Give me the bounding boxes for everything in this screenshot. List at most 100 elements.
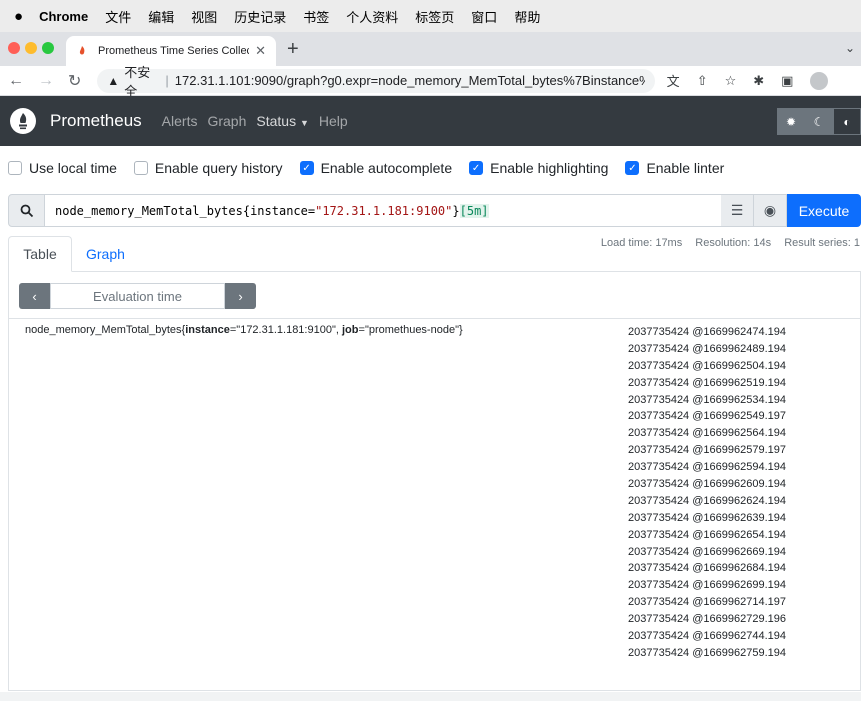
new-tab-icon[interactable]: +	[287, 38, 299, 61]
option-enable-linter[interactable]: ✓ Enable linter	[625, 160, 724, 176]
menu-edit[interactable]: 编辑	[148, 7, 174, 26]
option-enable-highlighting[interactable]: ✓ Enable highlighting	[469, 160, 608, 176]
menu-tabs[interactable]: 标签页	[415, 7, 454, 26]
enable-linter-checkbox[interactable]: ✓	[625, 161, 640, 175]
previous-time-chevron-left-icon[interactable]: ‹	[19, 283, 50, 309]
not-secure-warning-icon[interactable]: ▲	[107, 74, 119, 88]
menu-file[interactable]: 文件	[105, 7, 131, 26]
prometheus-navbar: Prometheus Alerts Graph Status ▼ Help ✹ …	[0, 96, 861, 146]
load-time: Load time: 17ms	[600, 237, 683, 249]
option-enable-query-history[interactable]: Enable query history	[133, 160, 283, 176]
series-instance-value: "172.31.1.181:9100"	[236, 324, 336, 336]
extensions-puzzle-icon[interactable]: ✱	[753, 73, 764, 89]
nav-status-label: Status	[256, 113, 297, 129]
metrics-explorer-globe-icon[interactable]: ◉	[754, 194, 787, 227]
sample-value: 2037735424 @1669962549.197	[628, 410, 786, 423]
browser-toolbar: ← → ↻ ▲ 不安全 | 172.31.1.101:9090/graph?g0…	[0, 65, 861, 99]
tab-graph[interactable]: Graph	[86, 236, 125, 272]
option-use-local-time[interactable]: Use local time	[8, 160, 117, 176]
menu-bookmarks[interactable]: 书签	[303, 7, 329, 26]
evaluation-time-input[interactable]: Evaluation time	[50, 283, 225, 309]
expression-input[interactable]: node_memory_MemTotal_bytes{instance = "172…	[45, 194, 721, 227]
use-local-time-checkbox[interactable]	[8, 161, 22, 175]
enable-linter-label: Enable linter	[646, 160, 725, 176]
resolution: Resolution: 14s	[695, 237, 772, 249]
bookmark-star-icon[interactable]: ☆	[725, 73, 737, 89]
format-expression-icon[interactable]: ☰	[721, 194, 754, 227]
tab-search-chevron-icon[interactable]: ⌄	[845, 41, 855, 55]
menu-profiles[interactable]: 个人资料	[346, 7, 398, 26]
zoom-window-icon[interactable]	[42, 42, 54, 54]
expr-equals: =	[307, 203, 316, 218]
sample-value: 2037735424 @1669962519.194	[628, 376, 786, 389]
series-labels: node_memory_MemTotal_bytes{instance="172…	[25, 324, 463, 336]
apple-logo-icon[interactable]: ●	[14, 8, 23, 25]
search-icon	[8, 194, 45, 227]
expr-range: [5m]	[459, 203, 489, 218]
sample-value: 2037735424 @1669962639.194	[628, 511, 786, 524]
dark-theme-moon-icon[interactable]: ☾	[805, 108, 833, 135]
sample-values-list: 2037735424 @1669962474.194 2037735424 @1…	[628, 324, 786, 662]
expr-metric: node_memory_MemTotal_bytes	[55, 203, 243, 218]
evaluation-time-control: ‹ Evaluation time ›	[19, 283, 256, 309]
enable-highlighting-checkbox[interactable]: ✓	[469, 161, 484, 175]
nav-alerts[interactable]: Alerts	[162, 113, 198, 129]
series-job-key: job	[342, 324, 359, 336]
expr-open-brace: {	[242, 203, 251, 218]
table-divider	[9, 318, 860, 319]
enable-autocomplete-checkbox[interactable]: ✓	[299, 161, 314, 175]
sample-value: 2037735424 @1669962624.194	[628, 494, 786, 507]
menu-help[interactable]: 帮助	[514, 7, 540, 26]
side-panel-icon[interactable]: ▣	[781, 73, 793, 89]
sample-value: 2037735424 @1669962474.194	[628, 326, 786, 338]
prometheus-brand[interactable]: Prometheus	[50, 111, 142, 131]
back-icon[interactable]: ←	[8, 72, 24, 90]
series-instance-key: instance	[185, 324, 230, 336]
sample-value: 2037735424 @1669962714.197	[628, 596, 786, 609]
menu-window[interactable]: 窗口	[471, 7, 497, 26]
enable-query-history-checkbox[interactable]	[133, 161, 148, 175]
use-local-time-label: Use local time	[29, 160, 117, 176]
nav-status-dropdown[interactable]: Status ▼	[256, 113, 309, 129]
nav-graph[interactable]: Graph	[207, 113, 246, 129]
light-theme-sun-icon[interactable]: ✹	[777, 108, 805, 135]
browser-tab-prometheus[interactable]: Prometheus Time Series Collec ✕	[66, 36, 276, 66]
sample-value: 2037735424 @1669962654.194	[628, 528, 786, 541]
not-secure-label: 不安全	[124, 64, 151, 99]
close-tab-icon[interactable]: ✕	[255, 43, 266, 59]
minimize-window-icon[interactable]	[25, 42, 37, 54]
url-text: 172.31.1.101:9090/graph?g0.expr=node_mem…	[174, 73, 645, 88]
reload-icon[interactable]: ↻	[68, 71, 81, 91]
close-window-icon[interactable]	[8, 42, 20, 54]
address-bar[interactable]: ▲ 不安全 | 172.31.1.101:9090/graph?g0.expr=…	[97, 65, 655, 99]
share-icon[interactable]: ⇧	[697, 73, 708, 89]
macos-menu-bar: ● Chrome 文件 编辑 视图 历史记录 书签 个人资料 标签页 窗口 帮助	[0, 0, 861, 32]
nav-help[interactable]: Help	[319, 113, 348, 129]
browser-theme-contrast-icon[interactable]: ◐	[833, 108, 861, 135]
browser-tab-title: Prometheus Time Series Collec	[98, 45, 250, 57]
expr-label-value: "172.31.1.181:9100"	[315, 203, 453, 218]
sample-value: 2037735424 @1669962744.194	[628, 630, 786, 643]
profile-avatar-icon[interactable]	[810, 71, 829, 90]
prometheus-logo-icon[interactable]	[10, 108, 36, 134]
sample-value: 2037735424 @1669962504.194	[628, 359, 786, 372]
menu-app-chrome[interactable]: Chrome	[39, 9, 88, 24]
option-enable-autocomplete[interactable]: ✓ Enable autocomplete	[299, 160, 452, 176]
tab-table[interactable]: Table	[8, 236, 72, 272]
translate-icon[interactable]: 文	[667, 71, 680, 90]
enable-highlighting-label: Enable highlighting	[490, 160, 609, 176]
series-metric-name: node_memory_MemTotal_bytes	[25, 324, 182, 336]
theme-toggle-group: ✹ ☾ ◐	[777, 108, 861, 135]
page-bottom-edge	[0, 692, 861, 701]
next-time-chevron-right-icon[interactable]: ›	[225, 283, 256, 309]
address-separator: |	[165, 73, 169, 88]
expr-close-brace: }	[452, 203, 460, 218]
execute-button[interactable]: Execute	[787, 194, 861, 227]
prometheus-favicon-icon	[79, 46, 85, 55]
sample-value: 2037735424 @1669962489.194	[628, 342, 786, 355]
menu-view[interactable]: 视图	[191, 7, 217, 26]
forward-icon[interactable]: →	[38, 72, 54, 90]
expr-label-name: instance	[250, 203, 308, 218]
sample-value: 2037735424 @1669962564.194	[628, 427, 786, 440]
menu-history[interactable]: 历史记录	[234, 7, 286, 26]
